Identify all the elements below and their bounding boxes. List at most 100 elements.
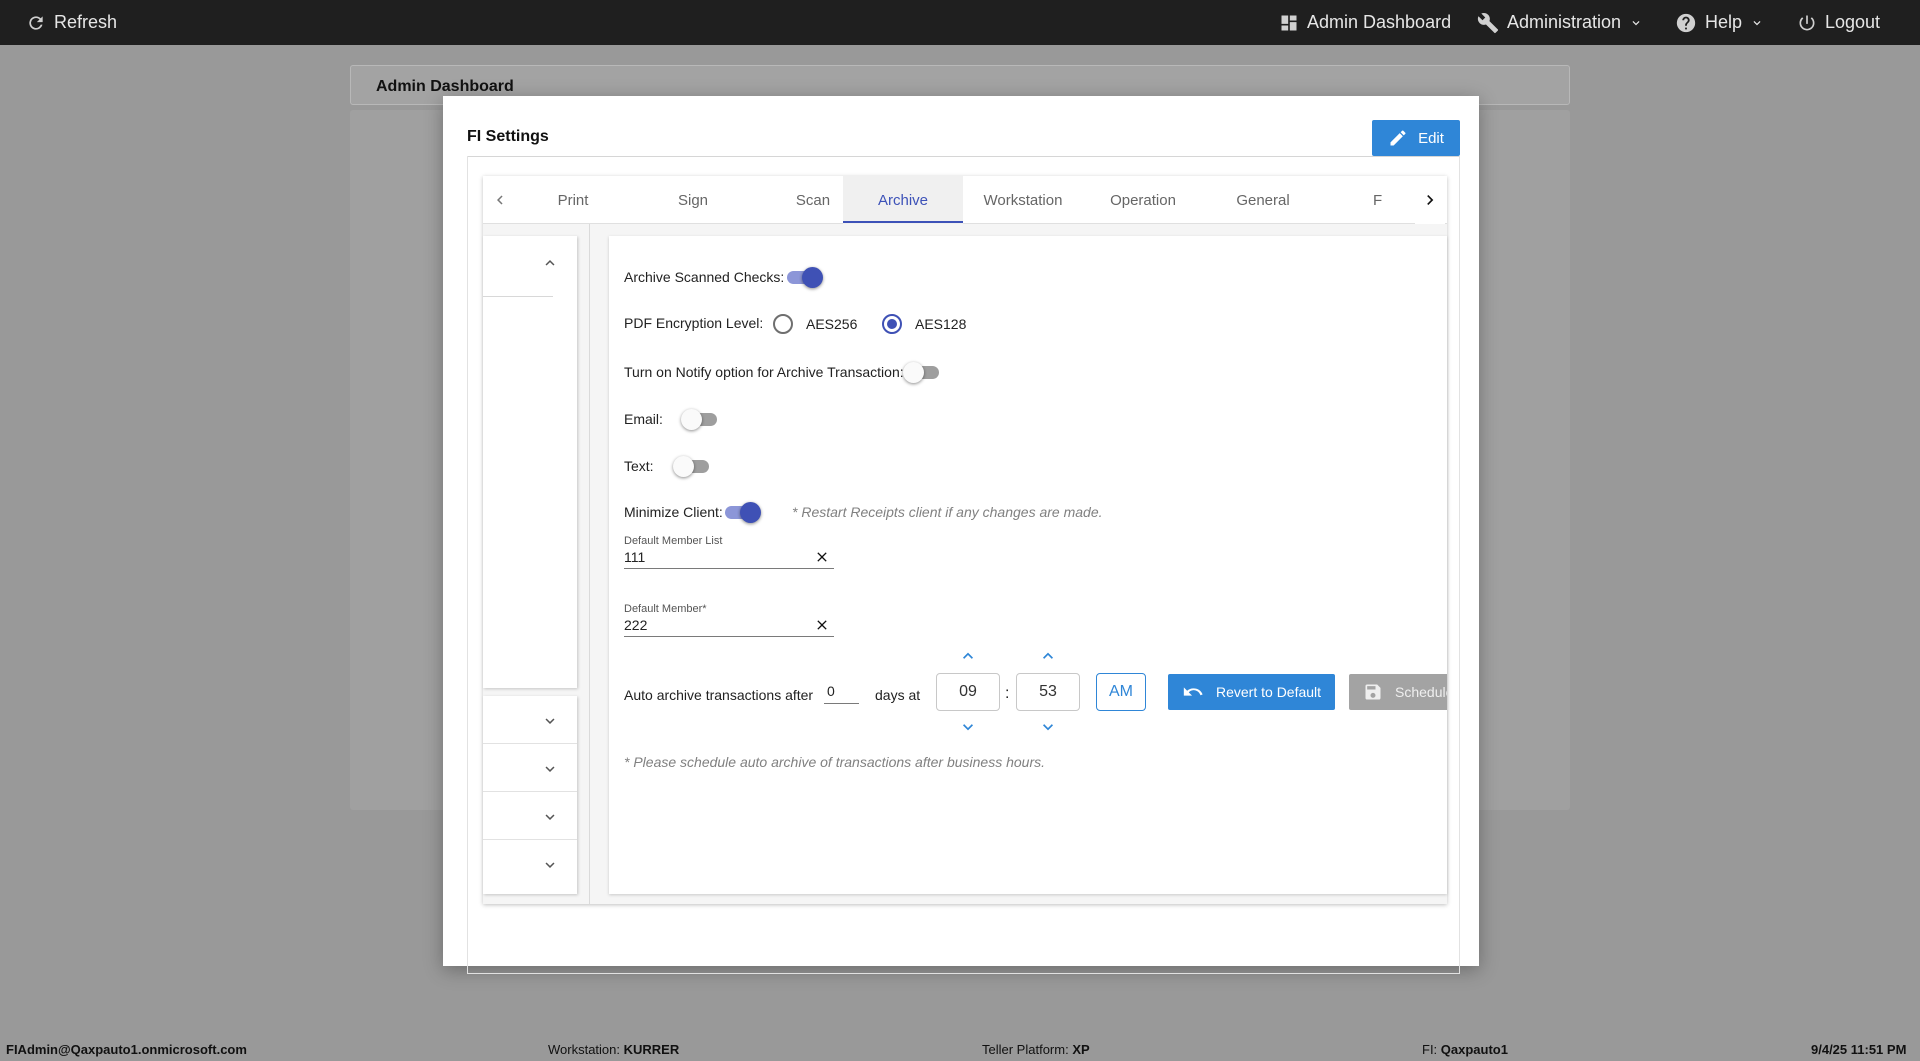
- archive-settings-panel: Archive Scanned Checks: PDF Encryption L…: [609, 236, 1447, 894]
- hour-decrement-icon[interactable]: [958, 717, 978, 737]
- footer-teller-value: XP: [1072, 1042, 1090, 1057]
- tab-bar: Print Sign Scan Archive Workstation Oper…: [483, 176, 1447, 224]
- footer-teller-platform: Teller Platform: XP: [982, 1042, 1090, 1057]
- minimize-client-label: Minimize Client:: [624, 504, 723, 520]
- dashboard-title: Admin Dashboard: [376, 78, 514, 95]
- accordion-row[interactable]: [483, 696, 577, 744]
- chevron-down-icon: [1753, 20, 1761, 25]
- active-tab-indicator: [843, 221, 963, 223]
- default-member-field[interactable]: Default Member* 222: [624, 603, 834, 639]
- tab-workstation[interactable]: Workstation: [963, 176, 1083, 224]
- tab-operation[interactable]: Operation: [1083, 176, 1203, 224]
- tab-archive[interactable]: Archive: [843, 176, 963, 224]
- admin-dashboard-label: Admin Dashboard: [1307, 12, 1452, 32]
- default-member-list-value[interactable]: 111: [624, 549, 645, 565]
- edit-button[interactable]: Edit: [1372, 120, 1460, 156]
- minute-input[interactable]: 53: [1016, 673, 1080, 711]
- email-toggle[interactable]: [681, 407, 719, 431]
- clear-icon[interactable]: [814, 549, 830, 565]
- text-label: Text:: [624, 458, 654, 474]
- pencil-icon: [1390, 130, 1406, 146]
- power-icon: [1799, 15, 1815, 30]
- chevron-down-icon: [545, 814, 555, 820]
- status-bar: FIAdmin@Qaxpauto1.onmicrosoft.com Workst…: [0, 1036, 1920, 1061]
- aes128-radio[interactable]: [882, 314, 902, 334]
- edit-label: Edit: [1418, 129, 1444, 147]
- time-separator: :: [1005, 685, 1010, 702]
- restart-note: * Restart Receipts client if any changes…: [792, 504, 1103, 520]
- notify-toggle[interactable]: [903, 360, 941, 384]
- minimize-client-toggle[interactable]: [723, 500, 761, 524]
- save-icon: [1365, 684, 1381, 700]
- wrench-icon: [1477, 12, 1499, 33]
- hour-increment-icon[interactable]: [958, 646, 978, 666]
- help-label: Help: [1705, 12, 1743, 32]
- footer-workstation-key: Workstation:: [548, 1042, 624, 1057]
- admin-dashboard-link[interactable]: Admin Dashboard: [1279, 0, 1451, 45]
- footer-teller-key: Teller Platform:: [982, 1042, 1073, 1057]
- aes128-label: AES128: [915, 316, 967, 332]
- days-at-label: days at: [875, 687, 921, 703]
- accordion-row[interactable]: [483, 792, 577, 840]
- tab-partial[interactable]: F: [1373, 176, 1413, 224]
- hour-input[interactable]: 09: [936, 673, 1000, 711]
- footer-fi: FI: Qaxpauto1: [1422, 1042, 1508, 1057]
- chevron-up-icon[interactable]: [541, 254, 559, 272]
- refresh-icon: [29, 15, 43, 30]
- fi-settings-modal: FI Settings Edit Print Sign Scan Archive…: [443, 96, 1479, 974]
- tab-scroll-left[interactable]: [485, 176, 515, 224]
- days-input-underline: [824, 703, 859, 704]
- default-member-label: Default Member*: [624, 603, 707, 615]
- accordion-row[interactable]: [483, 744, 577, 792]
- field-underline: [624, 636, 834, 637]
- tab-print[interactable]: Print: [513, 176, 633, 224]
- tab-scroll-right[interactable]: [1415, 176, 1445, 224]
- minute-increment-icon[interactable]: [1038, 646, 1058, 666]
- refresh-button[interactable]: Refresh: [26, 0, 117, 45]
- footer-fi-key: FI:: [1422, 1042, 1441, 1057]
- revert-to-default-button[interactable]: Revert to Default: [1168, 674, 1335, 710]
- email-label: Email:: [624, 411, 663, 427]
- administration-menu[interactable]: Administration: [1477, 0, 1643, 45]
- logout-button[interactable]: Logout: [1797, 0, 1880, 45]
- left-accordion-panel: [483, 236, 577, 688]
- default-member-list-field[interactable]: Default Member List 111: [624, 535, 834, 571]
- undo-icon: [1183, 687, 1203, 696]
- accordion-row[interactable]: [483, 840, 577, 888]
- administration-label: Administration: [1507, 12, 1622, 32]
- default-member-value[interactable]: 222: [624, 617, 647, 633]
- left-accordion-list: [483, 696, 577, 894]
- minute-decrement-icon[interactable]: [1038, 717, 1058, 737]
- aes256-radio[interactable]: [773, 314, 793, 334]
- archive-scanned-checks-label: Archive Scanned Checks:: [624, 269, 785, 285]
- footer-workstation-value: KURRER: [623, 1042, 680, 1057]
- top-navigation-bar: Refresh Admin Dashboard Administration H…: [0, 0, 1920, 45]
- ampm-toggle[interactable]: AM: [1096, 673, 1146, 711]
- default-member-list-label: Default Member List: [624, 535, 723, 547]
- accordion-divider: [483, 296, 553, 297]
- chevron-right-icon: [1427, 195, 1434, 205]
- schedule-note: * Please schedule auto archive of transa…: [624, 754, 1046, 770]
- field-underline: [624, 568, 834, 569]
- notify-label: Turn on Notify option for Archive Transa…: [624, 364, 904, 380]
- auto-archive-days-input[interactable]: 0: [827, 683, 835, 699]
- footer-user: FIAdmin@Qaxpauto1.onmicrosoft.com: [6, 1042, 247, 1057]
- aes256-label: AES256: [806, 316, 858, 332]
- archive-scanned-checks-toggle[interactable]: [785, 265, 823, 289]
- help-menu[interactable]: Help: [1675, 0, 1764, 45]
- text-toggle[interactable]: [673, 454, 711, 478]
- dashboard-icon: [1281, 15, 1297, 30]
- clear-icon[interactable]: [814, 617, 830, 633]
- schedule-button[interactable]: Schedule: [1349, 674, 1447, 710]
- tab-sign[interactable]: Sign: [633, 176, 753, 224]
- modal-title: FI Settings: [467, 128, 549, 145]
- tab-general[interactable]: General: [1203, 176, 1323, 224]
- chevron-down-icon: [545, 766, 555, 772]
- auto-archive-label: Auto archive transactions after: [624, 687, 814, 703]
- help-icon: [1676, 13, 1696, 32]
- pdf-encryption-label: PDF Encryption Level:: [624, 315, 764, 331]
- schedule-label: Schedule: [1395, 684, 1447, 700]
- settings-tabs-container: Print Sign Scan Archive Workstation Oper…: [483, 176, 1447, 904]
- refresh-label: Refresh: [54, 12, 118, 32]
- logout-label: Logout: [1825, 12, 1881, 32]
